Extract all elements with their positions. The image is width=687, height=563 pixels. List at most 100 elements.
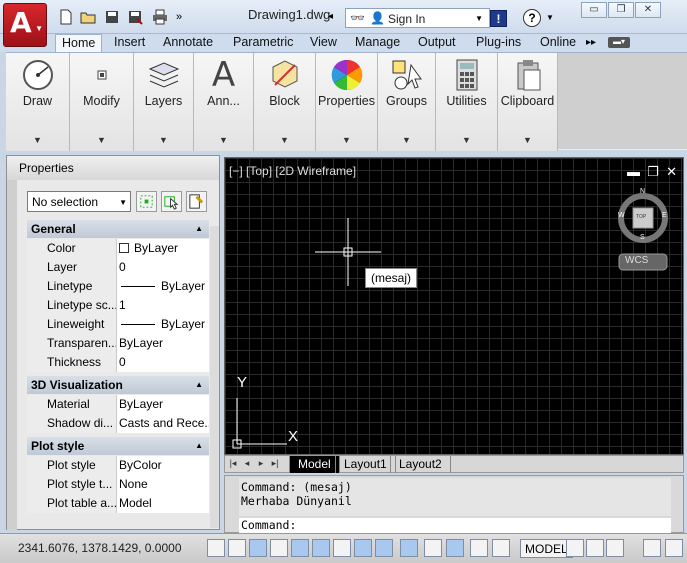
wcs-menu[interactable]: WCS — [625, 255, 648, 266]
object-snap-tracking-icon[interactable] — [354, 539, 372, 557]
minimize-button[interactable]: ▭ — [581, 2, 607, 18]
viewcube-east[interactable]: E — [662, 212, 667, 219]
property-value[interactable]: 0 — [117, 258, 209, 277]
close-button[interactable]: ✕ — [635, 2, 661, 18]
dynamic-input-icon[interactable] — [400, 539, 418, 557]
chevron-down-icon[interactable]: ▼ — [498, 135, 557, 145]
lineweight-icon[interactable] — [424, 539, 442, 557]
grid-display-icon[interactable] — [249, 539, 267, 557]
tabs-more-icon[interactable]: ▸▸ — [586, 37, 596, 48]
open-icon[interactable] — [80, 9, 96, 25]
property-row[interactable]: Linetype ByLayer — [27, 277, 209, 296]
viewcube-top-face[interactable]: TOP — [636, 214, 646, 220]
select-objects-icon[interactable] — [161, 191, 182, 212]
panel-block[interactable]: Block ▼ — [254, 53, 316, 151]
tab-home[interactable]: Home — [55, 34, 103, 53]
tab-output[interactable]: Output — [412, 34, 462, 52]
quick-properties-icon[interactable] — [470, 539, 488, 557]
panel-properties[interactable]: Properties ▼ — [316, 53, 378, 151]
property-value[interactable]: 1 — [117, 296, 209, 315]
prev-layout-icon[interactable]: ◂ — [241, 458, 253, 470]
panel-modify[interactable]: Modify ▼ — [70, 53, 134, 151]
tab-plugins[interactable]: Plug-ins — [470, 34, 527, 52]
panel-groups[interactable]: Groups ▼ — [378, 53, 436, 151]
property-value[interactable]: 0 — [117, 353, 209, 372]
property-row[interactable]: Linetype sc... 1 — [27, 296, 209, 315]
dynamic-ucs-icon[interactable] — [375, 539, 393, 557]
model-space-button[interactable]: MODEL — [520, 539, 573, 558]
property-value[interactable]: ByLayer — [117, 315, 209, 334]
ortho-mode-icon[interactable] — [270, 539, 288, 557]
section-3d-visualization[interactable]: 3D Visualization ▲ — [27, 376, 209, 394]
property-value[interactable]: ByLayer — [117, 239, 209, 258]
chevron-down-icon[interactable]: ▼ — [475, 14, 483, 23]
clean-screen-icon[interactable] — [643, 539, 661, 557]
tab-parametric[interactable]: Parametric — [227, 34, 299, 52]
property-row[interactable]: Lineweight ByLayer — [27, 315, 209, 334]
chevron-down-icon[interactable]: ▼ — [134, 135, 193, 145]
selection-cycling-icon[interactable] — [492, 539, 510, 557]
application-menu-button[interactable]: A ▼ — [3, 3, 47, 47]
drawing-viewport[interactable]: [−] [Top] [2D Wireframe] ▬ ❐ ✕ (mesaj) N… — [224, 157, 684, 455]
chevron-down-icon[interactable]: ▼ — [378, 135, 435, 145]
palette-title-bar[interactable]: Properties — [7, 156, 219, 180]
chevron-down-icon[interactable]: ▼ — [6, 135, 69, 145]
property-value[interactable]: Model — [117, 494, 209, 513]
search-left-icon[interactable]: ◂ — [328, 11, 333, 22]
chevron-down-icon[interactable]: ▼ — [194, 135, 253, 145]
tab-manage[interactable]: Manage — [349, 34, 406, 52]
palette-grip[interactable] — [7, 180, 17, 530]
save-as-icon[interactable] — [127, 9, 143, 25]
minimize-ribbon-icon[interactable]: ▬▾ — [608, 37, 630, 48]
last-layout-icon[interactable]: ▸| — [269, 458, 281, 470]
transparency-icon[interactable] — [446, 539, 464, 557]
viewcube-north[interactable]: N — [640, 188, 645, 195]
new-icon[interactable] — [58, 9, 74, 25]
property-value[interactable]: ByColor — [117, 456, 209, 475]
workspace-switching-icon[interactable] — [606, 539, 624, 557]
save-icon[interactable] — [104, 9, 120, 25]
chevron-down-icon[interactable]: ▼ — [254, 135, 315, 145]
panel-utilities[interactable]: Utilities ▼ — [436, 53, 498, 151]
annotation-scale-icon[interactable] — [586, 539, 604, 557]
print-icon[interactable] — [152, 9, 168, 25]
toolbar-lock-icon[interactable] — [665, 539, 683, 557]
infer-constraints-icon[interactable] — [207, 539, 225, 557]
quick-view-layouts-icon[interactable] — [566, 539, 584, 557]
search-input[interactable]: 👓 👤 Sign In ▼ — [345, 8, 490, 28]
first-layout-icon[interactable]: |◂ — [227, 458, 239, 470]
property-value[interactable]: ByLayer — [117, 277, 209, 296]
polar-tracking-icon[interactable] — [291, 539, 309, 557]
property-row[interactable]: Thickness 0 — [27, 353, 209, 372]
command-input[interactable]: Command: — [239, 518, 671, 533]
object-snap-icon[interactable] — [312, 539, 330, 557]
tab-annotate[interactable]: Annotate — [157, 34, 219, 52]
property-row[interactable]: Layer 0 — [27, 258, 209, 277]
chevron-down-icon[interactable]: ▼ — [436, 135, 497, 145]
property-row[interactable]: Color ByLayer — [27, 239, 209, 258]
section-general[interactable]: General ▲ — [27, 220, 209, 238]
property-row[interactable]: Shadow di... Casts and Rece... — [27, 414, 209, 433]
section-plot-style[interactable]: Plot style ▲ — [27, 437, 209, 455]
coordinates-display[interactable]: 2341.6076, 1378.1429, 0.0000 — [18, 541, 182, 555]
palette-scrollbar[interactable] — [210, 226, 219, 528]
property-row[interactable]: Transparen... ByLayer — [27, 334, 209, 353]
help-icon[interactable]: ? — [523, 9, 541, 27]
selection-dropdown[interactable]: No selection ▼ — [27, 191, 131, 212]
tab-layout2[interactable]: Layout2 — [390, 456, 451, 473]
qat-more-icon[interactable]: » — [176, 11, 192, 27]
restore-button[interactable]: ❐ — [608, 2, 634, 18]
help-dropdown-icon[interactable]: ▼ — [546, 13, 554, 22]
property-row[interactable]: Plot style ByColor — [27, 456, 209, 475]
snap-mode-icon[interactable] — [228, 539, 246, 557]
chevron-down-icon[interactable]: ▼ — [70, 135, 133, 145]
property-row[interactable]: Plot table a... Model — [27, 494, 209, 513]
tab-view[interactable]: View — [304, 34, 343, 52]
quick-select-icon[interactable] — [186, 191, 207, 212]
tab-model[interactable]: Model — [289, 456, 340, 473]
next-layout-icon[interactable]: ▸ — [255, 458, 267, 470]
property-value[interactable]: ByLayer — [117, 334, 209, 353]
panel-layers[interactable]: Layers ▼ — [134, 53, 194, 151]
panel-annotation[interactable]: A Ann... ▼ — [194, 53, 254, 151]
toggle-pickadd-icon[interactable] — [136, 191, 157, 212]
